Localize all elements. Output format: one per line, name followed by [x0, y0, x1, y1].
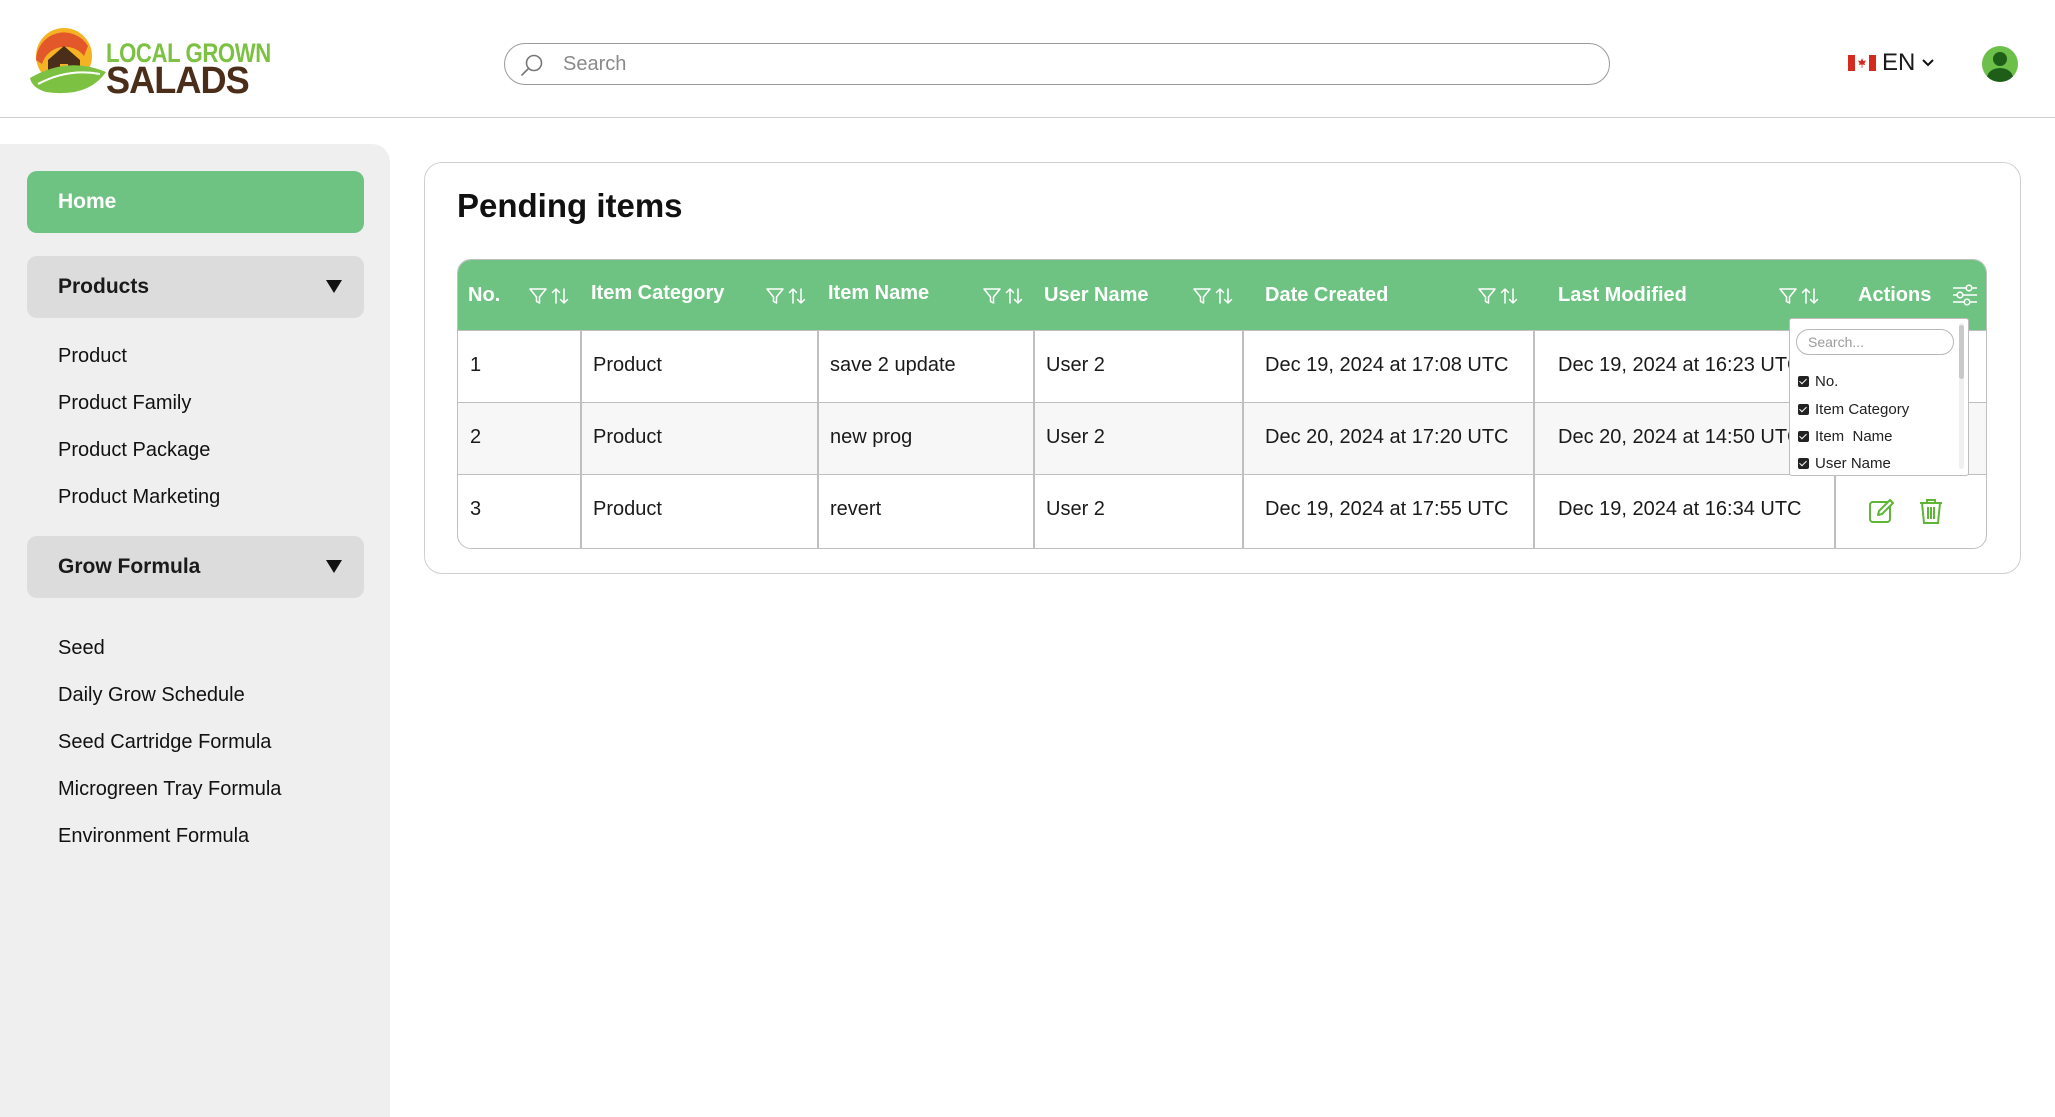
chevron-down-icon [1922, 59, 1935, 67]
sort-icon[interactable] [1499, 286, 1519, 306]
delete-icon[interactable] [1917, 497, 1945, 525]
logo-emblem-icon [30, 28, 106, 94]
sidebar-group-label: Grow Formula [58, 555, 201, 578]
caret-down-icon [326, 560, 342, 573]
cell-last-modified: Dec 19, 2024 at 16:34 UTC [1558, 498, 1802, 520]
sidebar-item-daily-grow-schedule[interactable]: Daily Grow Schedule [58, 684, 245, 707]
filter-icon[interactable] [528, 286, 548, 306]
filter-icon[interactable] [982, 286, 1002, 306]
pending-items-table: No. Item Category Item Name User Name Da… [457, 259, 1987, 549]
sort-icon[interactable] [787, 286, 807, 306]
cell-date-created: Dec 19, 2024 at 17:08 UTC [1265, 354, 1509, 376]
brand-logo[interactable]: LOCAL GROWN SALADS [28, 26, 271, 102]
cell-user-name: User 2 [1046, 498, 1105, 520]
cell-item-name: new prog [830, 426, 913, 448]
search-icon [521, 54, 543, 76]
checkbox-checked-icon[interactable] [1798, 376, 1809, 387]
column-divider [817, 330, 819, 548]
column-picker-search-input[interactable] [1796, 329, 1954, 355]
cell-no: 3 [470, 498, 482, 520]
sidebar-item-seed-cartridge-formula[interactable]: Seed Cartridge Formula [58, 731, 271, 754]
column-controls[interactable] [1192, 286, 1234, 306]
filter-icon[interactable] [1778, 286, 1798, 306]
column-controls[interactable] [982, 286, 1024, 306]
sidebar-item-home[interactable]: Home [27, 171, 364, 233]
cell-category: Product [593, 498, 662, 520]
cell-date-created: Dec 19, 2024 at 17:55 UTC [1265, 498, 1509, 520]
column-controls[interactable] [1477, 286, 1519, 306]
sort-icon[interactable] [1004, 286, 1024, 306]
top-header: LOCAL GROWN SALADS EN [0, 0, 2055, 118]
pending-items-card: Pending items No. Item Category Item Nam… [424, 162, 2021, 574]
column-option-item-name[interactable]: Item Name [1798, 428, 1893, 445]
column-controls[interactable] [765, 286, 807, 306]
sort-icon[interactable] [1800, 286, 1820, 306]
table-row[interactable]: 2 Product new prog User 2 Dec 20, 2024 a… [458, 402, 1986, 474]
column-divider [1242, 330, 1244, 548]
column-controls[interactable] [528, 286, 570, 306]
sidebar-group-grow-formula[interactable]: Grow Formula [27, 536, 364, 598]
sidebar-item-product-package[interactable]: Product Package [58, 439, 210, 462]
checkbox-checked-icon[interactable] [1798, 431, 1809, 442]
column-controls[interactable] [1778, 286, 1820, 306]
column-header-user-name[interactable]: User Name [1034, 260, 1243, 330]
sort-icon[interactable] [550, 286, 570, 306]
column-header-item-name[interactable]: Item Name [818, 260, 1034, 330]
language-selector[interactable]: EN [1848, 48, 1935, 78]
column-divider [1033, 330, 1035, 548]
sort-icon[interactable] [1214, 286, 1234, 306]
column-option-item-category[interactable]: Item Category [1798, 401, 1909, 418]
sidebar: Home Products Product Product Family Pro… [0, 144, 390, 1117]
filter-icon[interactable] [765, 286, 785, 306]
edit-icon[interactable] [1868, 497, 1896, 525]
sidebar-item-product-marketing[interactable]: Product Marketing [58, 486, 220, 509]
column-option-no[interactable]: No. [1798, 373, 1838, 390]
column-header-no[interactable]: No. [458, 260, 581, 330]
column-settings-icon[interactable] [1952, 284, 1978, 306]
column-divider [580, 330, 582, 548]
sidebar-item-product-family[interactable]: Product Family [58, 392, 191, 415]
cell-date-created: Dec 20, 2024 at 17:20 UTC [1265, 426, 1509, 448]
cell-no: 2 [470, 426, 482, 448]
column-header-item-category[interactable]: Item Category [581, 260, 818, 330]
column-option-user-name[interactable]: User Name [1798, 455, 1891, 472]
sidebar-item-environment-formula[interactable]: Environment Formula [58, 825, 249, 848]
checkbox-checked-icon[interactable] [1798, 404, 1809, 415]
table-row[interactable]: 1 Product save 2 update User 2 Dec 19, 2… [458, 330, 1986, 402]
sidebar-item-seed[interactable]: Seed [58, 637, 105, 660]
global-search[interactable] [504, 43, 1610, 85]
table-row[interactable]: 3 Product revert User 2 Dec 19, 2024 at … [458, 474, 1986, 548]
caret-down-icon [326, 280, 342, 293]
cell-no: 1 [470, 354, 482, 376]
search-input[interactable] [563, 50, 1563, 78]
sidebar-group-products[interactable]: Products [27, 256, 364, 318]
column-divider [1533, 330, 1535, 548]
cell-user-name: User 2 [1046, 354, 1105, 376]
column-header-date-created[interactable]: Date Created [1243, 260, 1534, 330]
table-header: No. Item Category Item Name User Name Da… [458, 260, 1986, 330]
cell-category: Product [593, 426, 662, 448]
cell-category: Product [593, 354, 662, 376]
sidebar-item-microgreen-tray-formula[interactable]: Microgreen Tray Formula [58, 778, 281, 801]
cell-item-name: revert [830, 498, 882, 520]
cell-user-name: User 2 [1046, 426, 1105, 448]
brand-line-2: SALADS [106, 60, 250, 102]
column-picker-scroll-thumb[interactable] [1959, 325, 1964, 379]
sidebar-item-product[interactable]: Product [58, 345, 127, 368]
user-avatar-icon[interactable] [1982, 46, 2018, 82]
filter-icon[interactable] [1192, 286, 1212, 306]
checkbox-checked-icon[interactable] [1798, 458, 1809, 469]
column-picker-dropdown: No. Item Category Item Name User Name [1789, 318, 1969, 476]
sidebar-group-label: Products [58, 275, 150, 298]
canada-flag-icon [1848, 55, 1876, 71]
filter-icon[interactable] [1477, 286, 1497, 306]
page-title: Pending items [457, 187, 683, 224]
language-label: EN [1882, 49, 1916, 76]
cell-item-name: save 2 update [830, 354, 956, 376]
